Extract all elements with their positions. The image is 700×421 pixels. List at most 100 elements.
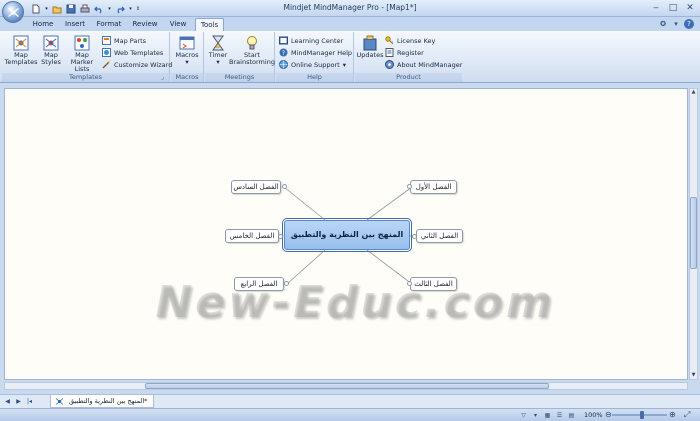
filter-icon[interactable]: ▽: [519, 411, 528, 420]
help-icon[interactable]: ?: [684, 19, 694, 29]
document-tab-bar: ◀ ▶ |◂ المنهج بين النظرية والتطبيق*: [0, 394, 700, 408]
group-label-meetings: Meetings: [205, 73, 274, 82]
window-controls: ‒ □ ✕: [648, 1, 698, 14]
license-key-button[interactable]: License Key: [385, 35, 435, 46]
group-templates: Map Templates Map Styles Map Marker List…: [2, 32, 172, 82]
web-templates-button[interactable]: Web Templates: [102, 47, 163, 58]
maximize-icon[interactable]: □: [665, 1, 681, 14]
map-parts-icon: [102, 36, 111, 45]
tab-tools[interactable]: Tools: [195, 18, 224, 31]
next-doc-icon[interactable]: ▶: [14, 397, 23, 406]
tab-review[interactable]: Review: [129, 18, 161, 31]
map-parts-button[interactable]: Map Parts: [102, 35, 146, 46]
group-macros: Macros ▾ Macros: [171, 32, 204, 82]
status-bar: ▽ ▾ ▦ ☰ ▤ 100% ⊖ ⊕ ⤢: [0, 408, 700, 421]
view-gantt-icon[interactable]: ▤: [567, 411, 576, 420]
previous-doc-icon[interactable]: ◀: [3, 397, 12, 406]
topic-chapter-2[interactable]: الفصل الثاني: [416, 229, 463, 243]
register-button[interactable]: Register: [385, 47, 424, 58]
group-label-product: Product: [355, 73, 462, 82]
start-brainstorming-button[interactable]: Start Brainstorming: [229, 35, 275, 66]
close-icon[interactable]: ✕: [682, 1, 698, 14]
group-product: Updates License Key Register About MindM…: [355, 32, 462, 82]
dialog-launcher-icon[interactable]: ⌟: [161, 74, 168, 81]
map-marker-lists-button[interactable]: Map Marker Lists: [63, 35, 101, 73]
horizontal-scrollbar[interactable]: [4, 382, 688, 390]
expand-handle-icon[interactable]: [282, 184, 287, 189]
lightbulb-icon: [247, 36, 257, 50]
tab-view[interactable]: View: [165, 18, 191, 31]
expand-handle-icon[interactable]: [278, 234, 283, 239]
online-support-button[interactable]: Online Support ▾: [279, 59, 346, 70]
map-templates-icon: [13, 35, 29, 51]
map-templates-button[interactable]: Map Templates: [4, 35, 38, 66]
macros-icon: [179, 36, 195, 50]
watermark: New-Educ.com: [155, 277, 555, 328]
key-icon: [385, 36, 394, 45]
timer-button[interactable]: Timer ▾: [207, 35, 229, 66]
vertical-scrollbar[interactable]: ▲ ▼: [689, 88, 698, 380]
doc-nav: ◀ ▶ |◂: [3, 397, 34, 406]
view-outline-icon[interactable]: ☰: [555, 411, 564, 420]
tab-format[interactable]: Format: [93, 18, 125, 31]
group-meetings: Timer ▾ Start Brainstorming Meetings: [205, 32, 275, 82]
ribbon-tabs: Home Insert Format Review View Tools ✪ ▾…: [0, 17, 700, 31]
group-label-help: Help: [276, 73, 353, 82]
vertical-scroll-thumb[interactable]: [690, 197, 697, 269]
mindmanager-help-button[interactable]: ? MindManager Help: [279, 47, 352, 58]
topic-chapter-5[interactable]: الفصل الخامس: [225, 229, 279, 243]
document-tab[interactable]: المنهج بين النظرية والتطبيق*: [50, 395, 155, 408]
central-topic[interactable]: المنهج بين النظرية والتطبيق: [282, 218, 412, 252]
tab-insert[interactable]: Insert: [60, 18, 90, 31]
zoom-in-icon[interactable]: ⊕: [669, 410, 676, 419]
chevron-down-icon[interactable]: ▾: [671, 19, 681, 29]
web-templates-icon: [102, 48, 111, 57]
map-marker-icon: [74, 35, 90, 51]
dropdown-arrow-icon[interactable]: ▾: [531, 411, 540, 420]
book-icon: [279, 36, 288, 45]
help-icons: ✪ ▾ ?: [658, 19, 694, 29]
horizontal-scroll-thumb[interactable]: [145, 383, 549, 389]
scroll-up-icon[interactable]: ▲: [690, 89, 697, 96]
zoom-slider-thumb[interactable]: [640, 411, 644, 419]
map-styles-button[interactable]: Map Styles: [39, 35, 63, 66]
learning-center-button[interactable]: Learning Center: [279, 35, 343, 46]
updates-icon: [363, 35, 377, 51]
scroll-down-icon[interactable]: ▼: [690, 372, 697, 379]
tab-home[interactable]: Home: [28, 18, 58, 31]
about-icon: [385, 60, 394, 69]
svg-text:?: ?: [282, 50, 285, 57]
group-help: Learning Center ? MindManager Help Onlin…: [276, 32, 354, 82]
fit-map-icon[interactable]: ⤢: [684, 410, 690, 420]
map-styles-icon: [43, 35, 59, 51]
expand-handle-icon[interactable]: [407, 184, 412, 189]
mindmanager-logo-icon: [7, 7, 19, 17]
help-circle-icon: ?: [279, 48, 288, 57]
register-icon: [385, 48, 394, 57]
group-label-macros: Macros: [171, 73, 203, 82]
wizard-wand-icon: [102, 60, 110, 69]
document-tab-label: المنهج بين النظرية والتطبيق*: [69, 397, 148, 405]
hourglass-icon: [212, 35, 224, 51]
zoom-out-icon[interactable]: ⊖: [605, 410, 612, 419]
view-map-icon[interactable]: ▦: [543, 411, 552, 420]
office-button[interactable]: [2, 1, 24, 23]
group-label-templates: Templates: [2, 73, 169, 82]
workspace: المنهج بين النظرية والتطبيق الفصل السادس…: [0, 84, 700, 394]
map-document-icon: [55, 398, 64, 405]
status-icons: ▽ ▾ ▦ ☰ ▤: [519, 411, 576, 420]
first-doc-icon[interactable]: |◂: [25, 397, 34, 406]
window-title: Mindjet MindManager Pro - [Map1*]: [283, 3, 417, 12]
about-mindmanager-button[interactable]: About MindManager: [385, 59, 462, 70]
updates-button[interactable]: Updates: [357, 35, 383, 59]
globe-icon: [279, 60, 288, 69]
map-canvas[interactable]: المنهج بين النظرية والتطبيق الفصل السادس…: [4, 88, 688, 380]
minimize-icon[interactable]: ‒: [648, 1, 664, 14]
options-icon[interactable]: ✪: [658, 19, 668, 29]
ribbon: Map Templates Map Styles Map Marker List…: [0, 31, 700, 83]
customize-wizard-button[interactable]: Customize Wizard: [102, 59, 172, 70]
macros-button[interactable]: Macros ▾: [173, 35, 201, 66]
topic-chapter-6[interactable]: الفصل السادس: [231, 180, 281, 194]
topic-chapter-1[interactable]: الفصل الأول: [410, 180, 457, 194]
expand-handle-icon[interactable]: [412, 234, 417, 239]
